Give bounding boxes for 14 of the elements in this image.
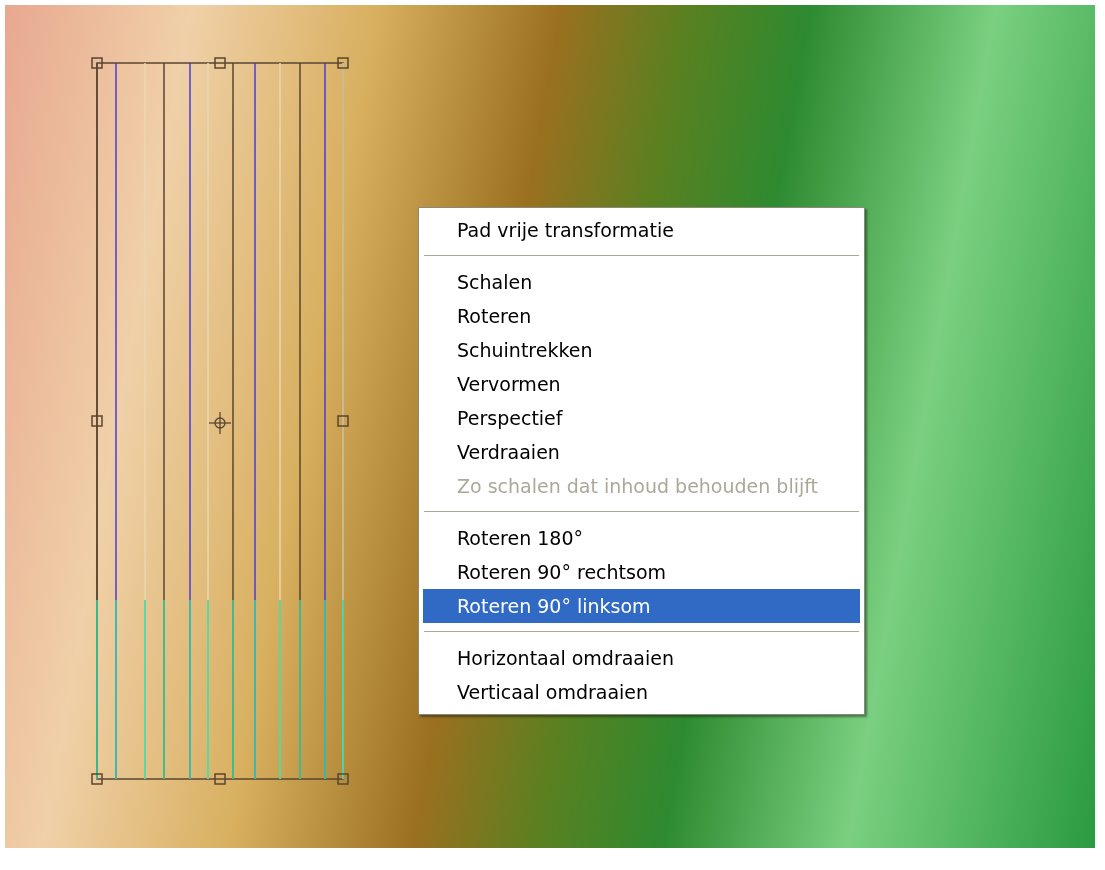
- menu-item[interactable]: Schuintrekken: [423, 333, 860, 367]
- menu-item[interactable]: Horizontaal omdraaien: [423, 641, 860, 675]
- menu-item[interactable]: Verdraaien: [423, 435, 860, 469]
- transform-bounding-box[interactable]: [91, 57, 349, 785]
- menu-item[interactable]: Verticaal omdraaien: [423, 675, 860, 709]
- menu-item[interactable]: Vervormen: [423, 367, 860, 401]
- menu-item[interactable]: Roteren 90° linksom: [423, 589, 860, 623]
- menu-item[interactable]: Schalen: [423, 265, 860, 299]
- menu-item[interactable]: Perspectief: [423, 401, 860, 435]
- menu-item[interactable]: Roteren 180°: [423, 521, 860, 555]
- menu-item[interactable]: Roteren 90° rechtsom: [423, 555, 860, 589]
- menu-item[interactable]: Roteren: [423, 299, 860, 333]
- reference-point-crosshair-icon[interactable]: [208, 411, 232, 435]
- menu-item[interactable]: Pad vrije transformatie: [423, 213, 860, 247]
